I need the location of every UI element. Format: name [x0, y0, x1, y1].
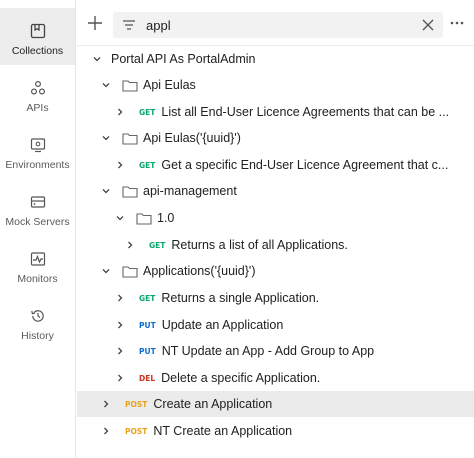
request-name: NT Update an App - Add Group to App — [161, 344, 375, 358]
search-box — [113, 12, 443, 38]
request-item[interactable]: GET List all End-User Licence Agreements… — [77, 99, 474, 125]
chevron-right-icon[interactable] — [115, 346, 125, 356]
folder-name: api-management — [143, 184, 237, 198]
sidebar-item-apis[interactable]: APIs — [0, 65, 75, 122]
folder-name: Api Eulas('{uuid}') — [143, 131, 241, 145]
request-item[interactable]: POST Create an Application — [77, 391, 474, 417]
request-item[interactable]: POST NT Create an Application — [77, 418, 474, 444]
search-input[interactable] — [146, 15, 406, 35]
collection-name: Portal API As PortalAdmin — [111, 52, 256, 66]
request-name: Update an Application — [161, 318, 284, 332]
collections-icon — [30, 23, 45, 39]
request-item[interactable]: PUT NT Update an App - Add Group to App — [77, 338, 474, 364]
folder-name: Applications('{uuid}') — [143, 264, 256, 278]
method-badge: GET — [139, 160, 156, 170]
folder-item[interactable]: Api Eulas('{uuid}') — [77, 125, 474, 151]
sidebar-item-environments[interactable]: Environments — [0, 122, 75, 179]
chevron-down-icon[interactable] — [101, 186, 111, 196]
request-name: Returns a list of all Applications. — [171, 238, 348, 252]
request-item[interactable]: GET Get a specific End-User Licence Agre… — [77, 152, 474, 178]
monitors-icon — [30, 252, 45, 266]
folder-icon — [122, 265, 138, 278]
sidebar-item-label: Collections — [11, 45, 64, 57]
sidebar-item-collections[interactable]: Collections — [0, 8, 75, 65]
method-badge: GET — [149, 240, 166, 250]
request-item[interactable]: GET Returns a list of all Applications. — [77, 232, 474, 258]
collections-toolbar — [77, 0, 474, 46]
folder-icon — [122, 132, 138, 145]
chevron-right-icon[interactable] — [101, 399, 111, 409]
sidebar-item-monitors[interactable]: Monitors — [0, 236, 75, 293]
filter-icon[interactable] — [122, 18, 136, 32]
method-badge: PUT — [139, 320, 156, 330]
chevron-right-icon[interactable] — [115, 107, 125, 117]
folder-item[interactable]: 1.0 — [77, 205, 474, 231]
chevron-right-icon[interactable] — [115, 293, 125, 303]
sidebar-item-label: APIs — [26, 102, 49, 114]
chevron-right-icon[interactable] — [115, 373, 125, 383]
sidebar-item-label: Monitors — [17, 273, 58, 285]
request-item[interactable]: GET Returns a single Application. — [77, 285, 474, 311]
sidebar-item-label: History — [21, 330, 54, 342]
chevron-down-icon[interactable] — [101, 266, 111, 276]
method-badge: DEL — [139, 373, 156, 383]
request-name: Create an Application — [153, 397, 273, 411]
sidebar-item-label: Environments — [5, 159, 70, 171]
request-name: List all End-User Licence Agreements tha… — [161, 105, 450, 119]
collections-panel: Portal API As PortalAdmin Api Eulas GET … — [77, 0, 474, 458]
history-icon — [30, 310, 44, 322]
apis-icon — [30, 80, 45, 95]
chevron-right-icon[interactable] — [115, 320, 125, 330]
sidebar-item-history[interactable]: History — [0, 293, 75, 350]
method-badge: PUT — [139, 346, 156, 356]
folder-name: Api Eulas — [143, 78, 196, 92]
chevron-down-icon[interactable] — [101, 133, 111, 143]
chevron-right-icon[interactable] — [125, 240, 135, 250]
folder-icon — [122, 185, 138, 198]
request-name: NT Create an Application — [153, 424, 293, 438]
chevron-down-icon[interactable] — [101, 80, 111, 90]
folder-item[interactable]: api-management — [77, 178, 474, 204]
sidebar-item-mock-servers[interactable]: Mock Servers — [0, 179, 75, 236]
request-item[interactable]: DEL Delete a specific Application. — [77, 365, 474, 391]
request-item[interactable]: PUT Update an Application — [77, 312, 474, 338]
request-name: Delete a specific Application. — [161, 371, 321, 385]
chevron-down-icon[interactable] — [92, 54, 102, 64]
method-badge: POST — [125, 426, 148, 436]
sidebar: Collections APIs Environments Mock Serve… — [0, 0, 76, 458]
collection-item[interactable]: Portal API As PortalAdmin — [77, 46, 474, 72]
chevron-down-icon[interactable] — [115, 213, 125, 223]
sidebar-item-label: Mock Servers — [5, 216, 70, 228]
method-badge: POST — [125, 399, 148, 409]
folder-icon — [122, 79, 138, 92]
folder-item[interactable]: Applications('{uuid}') — [77, 258, 474, 284]
clear-search-icon[interactable] — [421, 18, 435, 32]
folder-name: 1.0 — [157, 211, 175, 225]
chevron-right-icon[interactable] — [115, 160, 125, 170]
method-badge: GET — [139, 293, 156, 303]
folder-icon — [136, 212, 152, 225]
request-name: Get a specific End-User Licence Agreemen… — [161, 158, 449, 172]
method-badge: GET — [139, 107, 156, 117]
chevron-right-icon[interactable] — [101, 426, 111, 436]
folder-item[interactable]: Api Eulas — [77, 72, 474, 98]
more-options-icon[interactable] — [449, 17, 465, 29]
mock-servers-icon — [30, 196, 45, 208]
request-name: Returns a single Application. — [161, 291, 320, 305]
add-collection-button[interactable] — [86, 14, 104, 32]
environments-icon — [30, 138, 45, 153]
